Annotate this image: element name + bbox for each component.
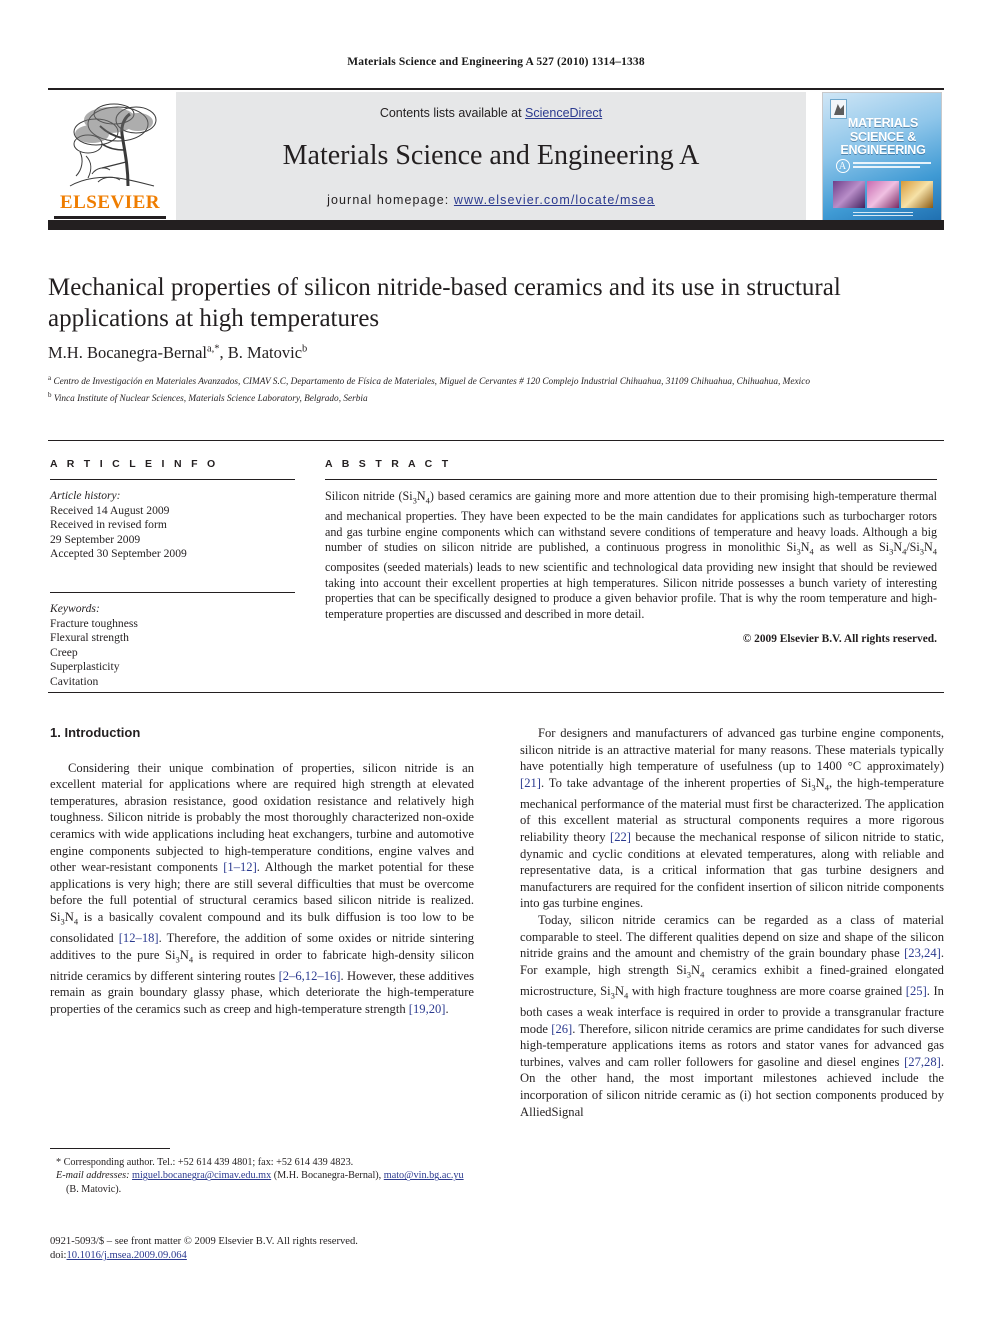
homepage-prefix: journal homepage:	[327, 193, 454, 207]
body-column-right: For designers and manufacturers of advan…	[520, 725, 944, 1120]
cover-title-line1: MATERIALS	[847, 116, 919, 130]
cover-footer-mark	[853, 212, 913, 218]
keyword-item: Flexural strength	[50, 631, 129, 645]
article-history-label: Article history:	[50, 489, 121, 502]
cover-title: MATERIALS SCIENCE & ENGINEERING	[823, 116, 941, 158]
email-owner-2: (B. Matovic).	[66, 1183, 122, 1195]
contents-available-line: Contents lists available at ScienceDirec…	[176, 106, 806, 120]
doi-line: doi:10.1016/j.msea.2009.09.064	[50, 1249, 474, 1263]
affiliations: a Centro de Investigación en Materiales …	[48, 372, 928, 405]
email-note: E-mail addresses: miguel.bocanegra@cimav…	[50, 1169, 474, 1196]
journal-title: Materials Science and Engineering A	[282, 140, 700, 171]
article-info-rule	[50, 479, 295, 480]
abstract-heading: A B S T R A C T	[325, 458, 452, 470]
affiliation-b-text: Vinca Institute of Nuclear Sciences, Mat…	[53, 393, 368, 404]
footnote-rule	[50, 1148, 170, 1149]
article-info-heading: A R T I C L E I N F O	[50, 458, 219, 470]
abstract-rule	[325, 479, 937, 480]
intro-paragraph-1: Considering their unique combination of …	[50, 760, 475, 1016]
history-item: 29 September 2009	[50, 532, 141, 546]
cover-micrograph-3	[901, 181, 933, 208]
cover-subtitle-lines	[852, 162, 931, 170]
abstract-column: A B S T R A C T Silicon nitride (Si3N4) …	[325, 458, 937, 645]
footnote-block: * Corresponding author. Tel.: +52 614 43…	[50, 1156, 474, 1196]
email-link-2[interactable]: mato@vin.bg.ac.yu	[384, 1170, 464, 1181]
cover-subtitle: A	[823, 159, 941, 173]
keywords-rule	[50, 591, 295, 593]
info-band-top-rule	[48, 440, 944, 441]
article-history-block: Article history: Received 14 August 2009…	[50, 489, 295, 562]
running-head: Materials Science and Engineering A 527 …	[347, 56, 645, 68]
cover-section-badge: A	[835, 159, 850, 173]
intro-paragraph-2: For designers and manufacturers of advan…	[520, 726, 944, 911]
masthead-top-rule	[48, 88, 944, 90]
cover-micrograph-1	[833, 181, 865, 208]
keywords-block: Keywords: Fracture toughness Flexural st…	[50, 602, 295, 690]
journal-masthead: ELSEVIER Contents lists available at Sci…	[48, 88, 944, 222]
article-page: Materials Science and Engineering A 527 …	[0, 0, 992, 1323]
affiliation-a: a Centro de Investigación en Materiales …	[48, 374, 810, 388]
contents-prefix: Contents lists available at	[379, 106, 526, 120]
doi-label: doi:	[50, 1250, 67, 1261]
author-list: M.H. Bocanegra-Bernala,*, B. Matovicb	[48, 343, 308, 362]
keyword-item: Creep	[50, 645, 78, 659]
masthead-center-panel: Contents lists available at ScienceDirec…	[176, 92, 806, 222]
issn-block: 0921-5093/$ – see front matter © 2009 El…	[50, 1235, 474, 1263]
keyword-item: Cavitation	[50, 674, 99, 688]
elsevier-underline	[54, 216, 166, 219]
intro-paragraph-3: Today, silicon nitride ceramics can be r…	[520, 913, 944, 1119]
info-band-bottom-rule	[48, 692, 944, 693]
article-info-column: A R T I C L E I N F O Article history: R…	[50, 458, 295, 690]
elsevier-logo: ELSEVIER	[50, 92, 170, 222]
corresponding-author-note: * Corresponding author. Tel.: +52 614 43…	[56, 1157, 354, 1168]
history-item: Received 14 August 2009	[50, 503, 170, 517]
cover-title-line3: ENGINEERING	[840, 143, 926, 157]
abstract-copyright: © 2009 Elsevier B.V. All rights reserved…	[742, 632, 937, 645]
page-title: Mechanical properties of silicon nitride…	[48, 274, 841, 332]
cover-micrograph-strip	[833, 181, 933, 208]
affiliation-b: b Vinca Institute of Nuclear Sciences, M…	[48, 390, 368, 404]
sciencedirect-link[interactable]: ScienceDirect	[525, 106, 602, 120]
keywords-label: Keywords:	[50, 601, 100, 615]
body-column-left: 1. Introduction Considering their unique…	[50, 725, 474, 1018]
affiliation-a-text: Centro de Investigación en Materiales Av…	[53, 377, 810, 388]
elsevier-tree-icon	[58, 98, 162, 190]
elsevier-wordmark: ELSEVIER	[59, 192, 161, 213]
email-link-1[interactable]: miguel.bocanegra@cimav.edu.mx	[132, 1170, 271, 1181]
section-heading-introduction: 1. Introduction	[50, 725, 141, 740]
abstract-text: Silicon nitride (Si3N4) based ceramics a…	[325, 489, 937, 621]
keyword-item: Superplasticity	[50, 660, 120, 674]
issn-line: 0921-5093/$ – see front matter © 2009 El…	[50, 1236, 358, 1247]
email-label: E-mail addresses:	[56, 1170, 130, 1182]
keyword-item: Fracture toughness	[50, 616, 138, 630]
history-item: Accepted 30 September 2009	[50, 547, 187, 561]
doi-link[interactable]: 10.1016/j.msea.2009.09.064	[66, 1250, 186, 1261]
masthead-bottom-bar	[48, 220, 944, 230]
journal-cover-thumbnail[interactable]: MATERIALS SCIENCE & ENGINEERING A	[822, 92, 942, 222]
email-owner-1: (M.H. Bocanegra-Bernal),	[273, 1170, 382, 1182]
journal-homepage-line: journal homepage: www.elsevier.com/locat…	[176, 193, 806, 207]
history-item: Received in revised form	[50, 518, 167, 532]
journal-homepage-link[interactable]: www.elsevier.com/locate/msea	[454, 193, 655, 207]
cover-micrograph-2	[867, 181, 899, 208]
cover-elsevier-mark-icon	[830, 99, 847, 119]
elsevier-tree-svg	[69, 103, 157, 187]
cover-title-line2: SCIENCE &	[849, 129, 917, 144]
